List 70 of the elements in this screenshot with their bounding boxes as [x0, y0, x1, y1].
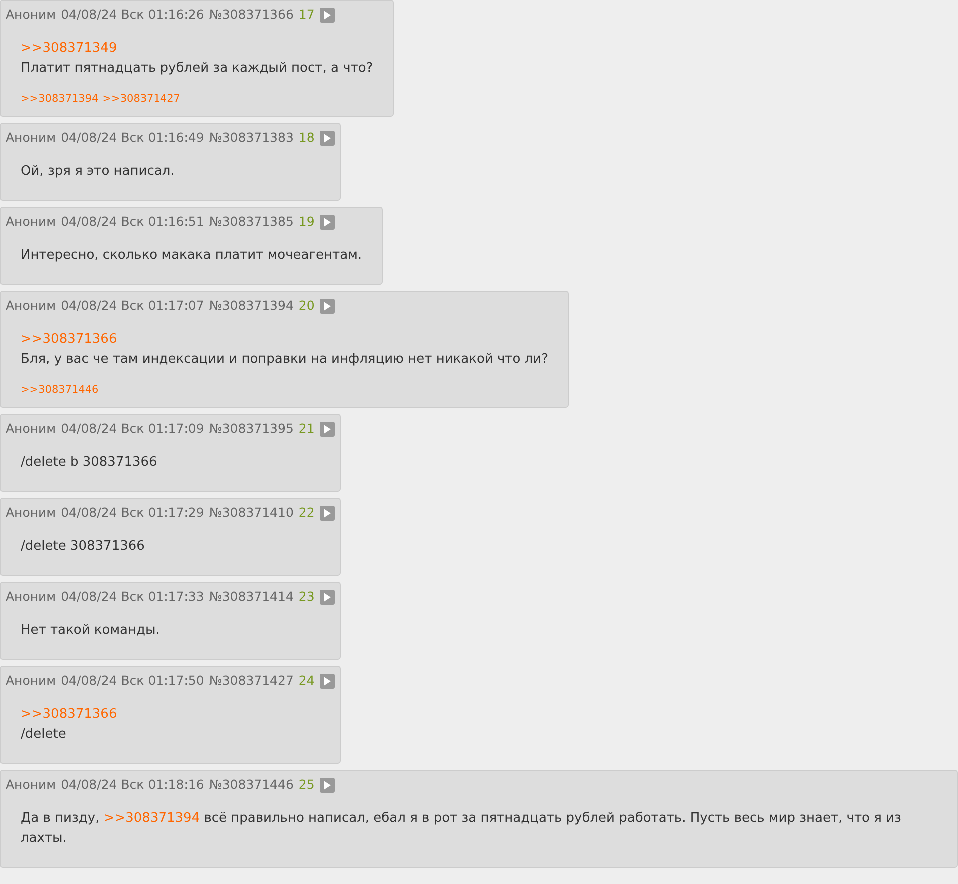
- reply-link[interactable]: >>308371446: [21, 382, 99, 398]
- post-date: 04/08/24 Вск 01:17:50: [61, 672, 204, 690]
- post-text: Интересно, сколько макака платит мочеагентам.: [21, 247, 362, 265]
- post-number[interactable]: №308371366: [209, 6, 294, 24]
- play-icon: [324, 134, 331, 142]
- post-index: 19: [298, 212, 315, 231]
- post-index: 22: [298, 504, 315, 522]
- author-name: Аноним: [6, 504, 56, 522]
- post-text: /delete b 308371366: [21, 454, 158, 472]
- post-text: Ой, зря я это написал.: [21, 163, 176, 181]
- post-number[interactable]: №308371395: [209, 420, 294, 438]
- post-number[interactable]: №308371383: [209, 128, 294, 148]
- post-index: 23: [298, 588, 315, 606]
- post-number[interactable]: №308371410: [209, 504, 294, 522]
- expand-button[interactable]: [320, 214, 335, 230]
- play-icon: [324, 592, 331, 602]
- play-icon: [324, 218, 331, 226]
- post-number[interactable]: №308371385: [209, 212, 294, 232]
- expand-button[interactable]: [320, 130, 335, 146]
- post-date: 04/08/24 Вск 01:16:26: [61, 6, 204, 24]
- post-text: Нет такой команды.: [21, 622, 161, 640]
- play-icon: [324, 424, 331, 434]
- post-link[interactable]: >>308371366: [21, 332, 118, 347]
- post-number[interactable]: №308371427: [209, 672, 294, 690]
- post-link[interactable]: >>308371349: [21, 41, 118, 56]
- expand-button[interactable]: [320, 674, 335, 688]
- post-number[interactable]: №308371446: [209, 776, 294, 794]
- author-name: Аноним: [6, 588, 56, 606]
- expand-button[interactable]: [320, 778, 335, 792]
- post-date: 04/08/24 Вск 01:17:29: [61, 504, 204, 522]
- author-name: Аноним: [6, 128, 56, 147]
- post-date: 04/08/24 Вск 01:16:49: [61, 128, 204, 147]
- play-icon: [324, 302, 331, 310]
- post-index: 25: [298, 776, 315, 794]
- post-link[interactable]: >>308371366: [21, 707, 118, 722]
- author-name: Аноним: [6, 420, 56, 438]
- expand-button[interactable]: [320, 422, 335, 436]
- post-text: /delete: [21, 726, 68, 744]
- reply-link[interactable]: >>308371394: [21, 91, 99, 107]
- post-text: /delete 308371366: [21, 538, 146, 556]
- post-text: Бля, у вас че там индексации и поправки на инфляцию нет никакой что ли?: [21, 351, 548, 369]
- post-date: 04/08/24 Вск 01:16:51: [61, 212, 204, 231]
- post-number[interactable]: №308371414: [209, 588, 294, 606]
- post-date: 04/08/24 Вск 01:17:09: [61, 420, 204, 438]
- expand-button[interactable]: [320, 298, 335, 314]
- post-index: 20: [298, 296, 315, 315]
- play-icon: [324, 508, 331, 518]
- author-name: Аноним: [6, 672, 56, 690]
- post-text: Платит пятнадцать рублей за каждый пост, а что?: [21, 60, 374, 78]
- reply-link[interactable]: >>308371427: [102, 91, 180, 107]
- play-icon: [324, 676, 331, 686]
- post-date: 04/08/24 Вск 01:17:33: [61, 588, 204, 606]
- author-name: Аноним: [6, 6, 56, 24]
- post-text: Да в пизду, >>308371394 всё правильно написал, ебал я в рот за пятнадцать рублей работать. Пусть весь мир знает, что я из лахты.: [21, 810, 902, 848]
- play-icon: [324, 10, 331, 20]
- author-name: Аноним: [6, 296, 56, 315]
- post-index: 21: [298, 420, 315, 438]
- expand-button[interactable]: [320, 506, 335, 520]
- post-index: 17: [298, 6, 315, 24]
- play-icon: [324, 780, 331, 790]
- author-name: Аноним: [6, 212, 56, 231]
- expand-button[interactable]: [320, 8, 335, 22]
- post-number[interactable]: №308371394: [209, 296, 294, 316]
- post-link[interactable]: >>308371394: [104, 811, 200, 826]
- expand-button[interactable]: [320, 590, 335, 604]
- post-index: 18: [298, 128, 315, 147]
- post-index: 24: [298, 672, 315, 690]
- post-date: 04/08/24 Вск 01:17:07: [61, 296, 204, 315]
- author-name: Аноним: [6, 776, 56, 794]
- post-date: 04/08/24 Вск 01:18:16: [61, 776, 204, 794]
